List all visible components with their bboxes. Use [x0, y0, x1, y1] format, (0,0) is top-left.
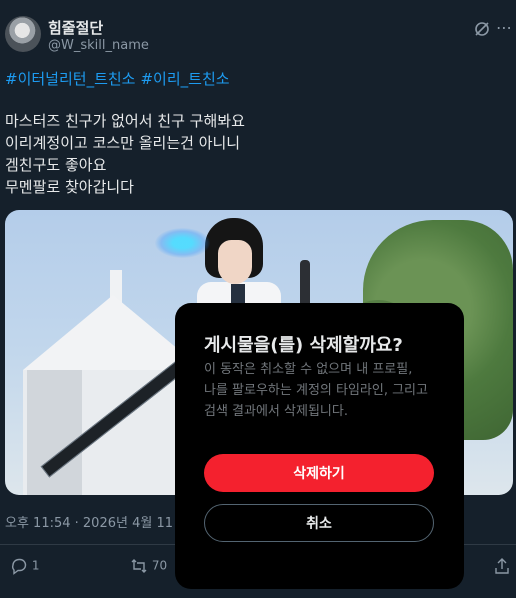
repost-count: 70: [151, 558, 168, 573]
dialog-description: 이 동작은 취소할 수 없으며 내 프로필, 나를 팔로우하는 계정의 타임라인…: [204, 362, 428, 419]
avatar[interactable]: [5, 16, 41, 52]
grok-icon[interactable]: [474, 21, 490, 37]
repost-icon: [131, 559, 147, 573]
delete-button[interactable]: 삭제하기: [204, 454, 434, 492]
more-icon[interactable]: ⋯: [496, 20, 512, 36]
post-text-line: 마스터즈 친구가 없어서 친구 구해봐요: [5, 112, 245, 130]
photo-tent-shadow: [27, 370, 82, 495]
hashtag-link[interactable]: #이터널리턴_트친소: [5, 70, 135, 88]
hashtag-link[interactable]: #이리_트친소: [140, 70, 229, 88]
user-handle[interactable]: @W_skill_name: [48, 38, 149, 53]
reply-icon: [12, 558, 27, 575]
display-name[interactable]: 힘줄절단: [48, 17, 103, 38]
post-text: 마스터즈 친구가 없어서 친구 구해봐요 이리계정이고 코스만 올리는건 아니니…: [5, 110, 245, 198]
post-text-line: 무멘팔로 찾아갑니다: [5, 178, 134, 196]
cancel-button[interactable]: 취소: [204, 504, 434, 542]
post-detail: 힘줄절단 @W_skill_name ⋯ #이터널리턴_트친소 #이리_트친소 마…: [0, 0, 516, 598]
hashtags: #이터널리턴_트친소 #이리_트친소: [5, 68, 235, 89]
repost-button[interactable]: 70: [130, 557, 167, 575]
reply-count: 1: [31, 558, 40, 573]
delete-confirm-dialog: 게시물을(를) 삭제할까요? 이 동작은 취소할 수 없으며 내 프로필, 나를…: [175, 303, 464, 589]
photo-person-face: [218, 240, 252, 284]
share-button[interactable]: [494, 557, 510, 575]
post-timestamp[interactable]: 오후 11:54 · 2026년 4월 11: [5, 512, 173, 531]
dialog-title: 게시물을(를) 삭제할까요?: [204, 335, 403, 356]
photo-glow-effect: [155, 228, 210, 258]
post-text-line: 겜친구도 좋아요: [5, 156, 107, 174]
share-icon: [495, 558, 509, 574]
post-text-line: 이리계정이고 코스만 올리는건 아니니: [5, 134, 241, 152]
reply-button[interactable]: 1: [10, 557, 39, 575]
